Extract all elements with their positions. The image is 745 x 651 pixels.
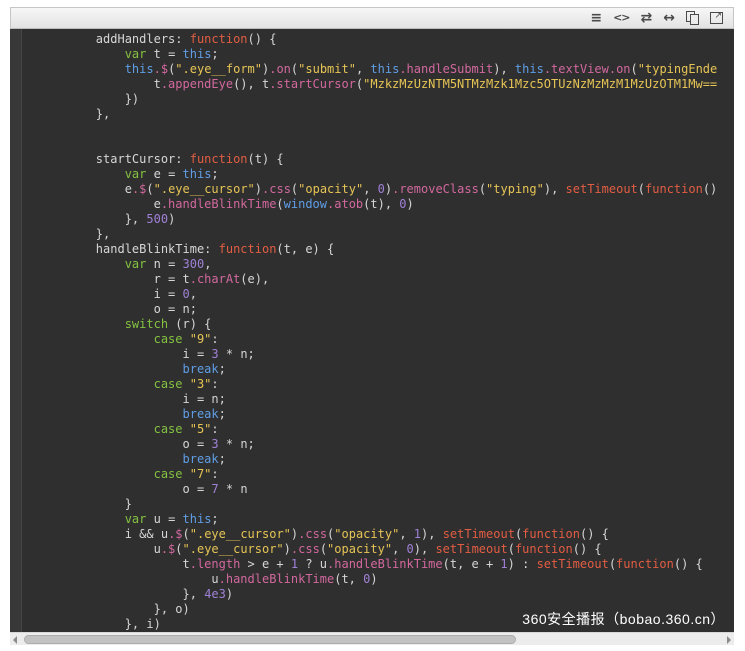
code-line: u.handleBlinkTime(t, 0) <box>211 572 378 586</box>
code-line: var t = this; <box>124 47 219 61</box>
north-east-arrow-icon: ↗ <box>714 11 722 21</box>
code-line: t.length > e + 1 ? u.handleBlinkTime(t, … <box>182 557 703 571</box>
toggle-line-wrap-icon[interactable]: ⇄ <box>641 8 653 28</box>
code-line: i = 3 * n; <box>182 347 255 361</box>
code-line: break; <box>182 362 226 376</box>
scroll-left-arrow-icon[interactable] <box>13 636 17 644</box>
code-body: addHandlers: function() { var t = this; … <box>10 29 734 645</box>
code-line: }, <box>95 227 111 241</box>
plain-code-icon[interactable]: <> <box>613 8 630 28</box>
line-numbers-icon[interactable]: ≡ <box>590 8 602 28</box>
code-line: switch (r) { <box>124 317 212 331</box>
code-line: } <box>124 497 132 511</box>
open-new-window-icon[interactable]: ↗ <box>710 12 723 24</box>
code-line: case "5": <box>153 422 219 436</box>
watermark: 360安全播报（bobao.360.cn） <box>522 611 725 627</box>
code-line: o = 7 * n <box>182 482 248 496</box>
code-line: case "9": <box>153 332 219 346</box>
code-line: var n = 300, <box>124 257 212 271</box>
code-line: }) <box>124 92 140 106</box>
code-line: case "3": <box>153 377 219 391</box>
code-line: e.handleBlinkTime(window.atob(t), 0) <box>153 197 414 211</box>
code-block: addHandlers: function() { var t = this; … <box>10 29 734 632</box>
copy-icon[interactable] <box>686 11 699 25</box>
code-line: t.appendEye(), t.startCursor("MzkzMzUzNT… <box>153 77 718 91</box>
horizontal-scrollbar[interactable] <box>10 632 734 645</box>
code-line: case "7": <box>153 467 219 481</box>
code-line: u.$(".eye__cursor").css("opacity", 0), s… <box>153 542 602 556</box>
code-line: startCursor: function(t) { <box>95 152 284 166</box>
scroll-right-arrow-icon[interactable] <box>727 636 731 644</box>
expand-code-icon[interactable]: ↔ <box>663 8 675 28</box>
code-line: i && u.$(".eye__cursor").css("opacity", … <box>124 527 609 541</box>
code-line: addHandlers: function() { <box>95 32 277 46</box>
code-toolbar: ≡ <> ⇄ ↔ ↗ <box>10 7 734 29</box>
code-line: e.$(".eye__cursor").css("opacity", 0).re… <box>124 182 718 196</box>
code-line: o = 3 * n; <box>182 437 255 451</box>
code-line: }, <box>95 107 111 121</box>
page: { "colors": { "bg": "#2f2f2f", "plain": … <box>0 0 745 651</box>
code-line: o = n; <box>153 302 197 316</box>
horizontal-scrollbar-thumb[interactable] <box>24 635 517 644</box>
code-line: var e = this; <box>124 167 219 181</box>
code-line: this.$(".eye__form").on("submit", this.h… <box>124 62 718 76</box>
code-line: i = 0, <box>153 287 197 301</box>
code-line: break; <box>182 407 226 421</box>
code-line: handleBlinkTime: function(t, e) { <box>95 242 335 256</box>
code-line: r = t.charAt(e), <box>153 272 270 286</box>
code-line: }, 4e3) <box>182 587 234 601</box>
code-line: }, 500) <box>124 212 176 226</box>
code-widget: ≡ <> ⇄ ↔ ↗ addHandlers: function() { var… <box>10 7 734 646</box>
code-line: var u = this; <box>124 512 219 526</box>
code-line: break; <box>182 452 226 466</box>
code-line: i = n; <box>182 392 226 406</box>
